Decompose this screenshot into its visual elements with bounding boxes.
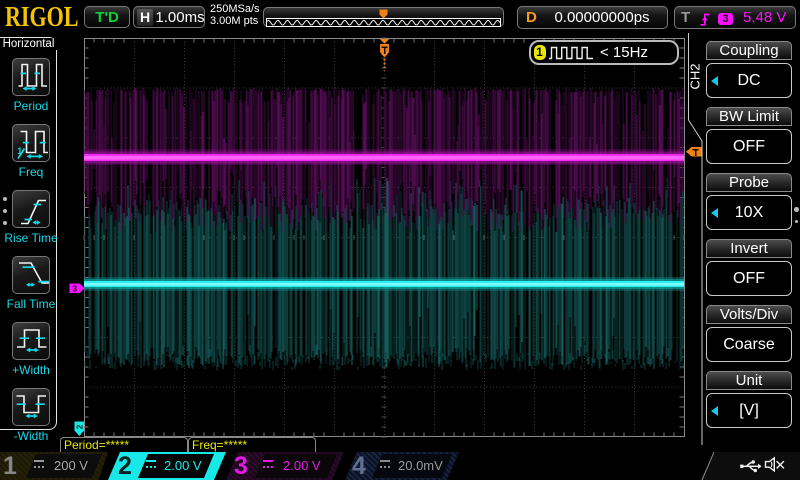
svg-text:3: 3	[72, 283, 77, 293]
svg-text:2: 2	[74, 424, 84, 429]
